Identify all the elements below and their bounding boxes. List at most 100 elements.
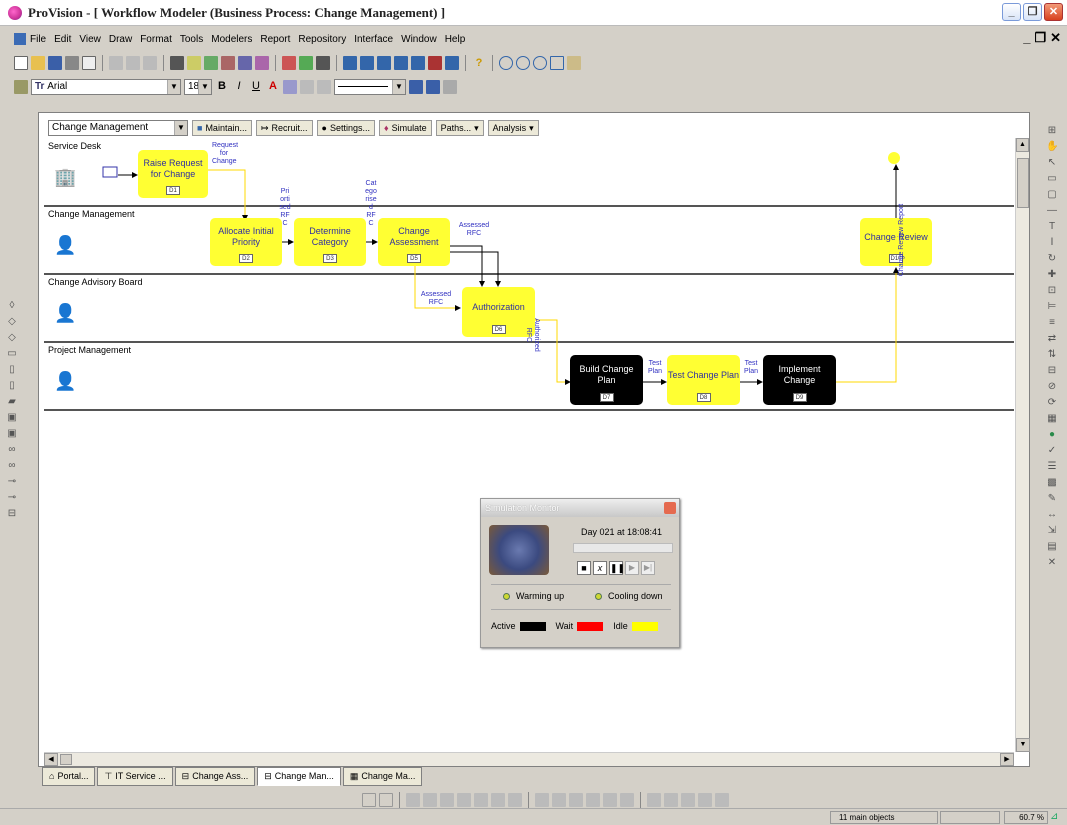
stop-icon[interactable]: ■ [577,561,591,575]
align-left-icon[interactable]: ⊨ [1046,301,1058,313]
note-icon[interactable]: ✎ [1046,493,1058,505]
scroll-down-button[interactable]: ▼ [1016,738,1030,752]
node-build-change-plan[interactable]: Build Change Plan D7 [570,355,643,405]
link-icon[interactable]: ⊘ [1046,381,1058,393]
wand-icon[interactable]: ✕ [1046,557,1058,569]
table-icon[interactable]: ▦ [1046,413,1058,425]
node-determine-category[interactable]: Determine Category D3 [294,218,366,266]
align-f-icon[interactable] [491,793,505,807]
abort-icon[interactable]: x [593,561,607,575]
tab-label: IT Service ... [115,771,166,781]
horizontal-scroll-thumb[interactable] [60,754,72,765]
align-a-icon[interactable] [406,793,420,807]
node-change-assessment[interactable]: Change Assessment D5 [378,218,450,266]
document-tool-icon[interactable]: ▯ [6,364,18,376]
refresh-icon[interactable]: ⟳ [1046,397,1058,409]
simulation-monitor-titlebar[interactable]: Simulation Monitor [481,499,679,517]
size-c-icon[interactable] [681,793,695,807]
globe-icon[interactable]: ● [1046,429,1058,441]
align-e-icon[interactable] [474,793,488,807]
legend-active-swatch [519,621,546,631]
rotate-icon[interactable]: ↻ [1046,253,1058,265]
start-event[interactable] [102,166,118,178]
tab-portal[interactable]: ⌂ Portal... [42,767,96,786]
rounded-rect-icon[interactable]: ▢ [1046,189,1058,201]
chart-icon[interactable]: ▤ [1046,541,1058,553]
align-d-icon[interactable] [457,793,471,807]
vertical-scroll-thumb[interactable] [1017,158,1029,208]
node-allocate-priority[interactable]: Allocate Initial Priority D2 [210,218,282,266]
export-icon[interactable]: ⇲ [1046,525,1058,537]
legend-wait-swatch [577,621,604,631]
resize-grip-icon[interactable]: ⊿ [1050,811,1058,822]
space-c-icon[interactable] [569,793,583,807]
decision-tool-icon[interactable]: ◇ [6,316,18,328]
snap-icon[interactable] [379,793,393,807]
file-tool-icon[interactable]: ▯ [6,380,18,392]
text-box-icon[interactable]: Ⅰ [1046,237,1058,249]
group-icon[interactable]: ⊡ [1046,285,1058,297]
tab-label: Change Ma... [361,771,416,781]
node-id: D6 [491,325,506,334]
pause-icon[interactable]: ❚❚ [609,561,625,575]
end-event[interactable] [888,152,900,164]
horizontal-scrollbar[interactable]: ◀ ▶ [44,752,1014,766]
grid-toggle-icon[interactable] [362,793,376,807]
space-a-icon[interactable] [535,793,549,807]
activity-tool-icon[interactable]: ◊ [6,300,18,312]
hand-icon[interactable]: ✋ [1046,141,1058,153]
link2-tool-icon[interactable]: ∞ [6,460,18,472]
check-icon[interactable]: ✓ [1046,445,1058,457]
connector-icon[interactable]: ✚ [1046,269,1058,281]
space-e-icon[interactable] [603,793,617,807]
pointer-icon[interactable]: ↖ [1046,157,1058,169]
size-e-icon[interactable] [715,793,729,807]
space-b-icon[interactable] [552,793,566,807]
align-g-icon[interactable] [508,793,522,807]
text-icon[interactable]: T [1046,221,1058,233]
process-tool-icon[interactable]: ▭ [6,348,18,360]
flip-icon[interactable]: ⇄ [1046,333,1058,345]
tab-change-assessment[interactable]: ⊟ Change Ass... [174,767,256,786]
connector-tool-icon[interactable]: ⊸ [6,476,18,488]
scroll-up-button[interactable]: ▲ [1016,138,1029,152]
distribute-icon[interactable]: ≡ [1046,317,1058,329]
node-implement-change[interactable]: Implement Change D9 [763,355,836,405]
layout-icon[interactable]: ⊞ [1046,125,1058,137]
list-icon[interactable]: ☰ [1046,461,1058,473]
space-f-icon[interactable] [620,793,634,807]
align-c-icon[interactable] [440,793,454,807]
image-icon[interactable]: ▩ [1046,477,1058,489]
fast-forward-icon[interactable]: ▶| [641,561,655,575]
tab-it-service[interactable]: ⊤ IT Service ... [97,767,173,786]
tab-change-management-2[interactable]: ▦ Change Ma... [342,767,423,786]
size-b-icon[interactable] [664,793,678,807]
scroll-left-button[interactable]: ◀ [44,753,58,766]
size-d-icon[interactable] [698,793,712,807]
system-tool-icon[interactable]: ▣ [6,428,18,440]
space-d-icon[interactable] [586,793,600,807]
play-icon[interactable]: ▶ [625,561,639,575]
line-icon[interactable]: — [1046,205,1058,217]
rectangle-icon[interactable]: ▭ [1046,173,1058,185]
node-raise-request[interactable]: Raise Request for Change D1 [138,150,208,198]
tab-change-management[interactable]: ⊟ Change Man... [257,767,341,786]
folder-tool-icon[interactable]: ▰ [6,396,18,408]
link-tool-icon[interactable]: ∞ [6,444,18,456]
simulation-close-icon[interactable] [664,502,676,514]
object-count: 11 main objects [830,811,938,824]
connector2-tool-icon[interactable]: ⊸ [6,492,18,504]
scroll-right-button[interactable]: ▶ [1000,753,1014,766]
node-change-review[interactable]: Change Review D10 [860,218,932,266]
properties-icon[interactable]: ⊟ [1046,365,1058,377]
node-test-change-plan[interactable]: Test Change Plan D8 [667,355,740,405]
resource-tool-icon[interactable]: ▣ [6,412,18,424]
align-b-icon[interactable] [423,793,437,807]
lane-tool-icon[interactable]: ⊟ [6,508,18,520]
branch-tool-icon[interactable]: ◇ [6,332,18,344]
vertical-scrollbar[interactable]: ▲ ▼ [1015,138,1030,752]
order-icon[interactable]: ⇅ [1046,349,1058,361]
size-a-icon[interactable] [647,793,661,807]
flow-label-categorised-rfc: Cat ego rise d RF C [365,180,377,227]
arrows-icon[interactable]: ↔ [1046,509,1058,521]
